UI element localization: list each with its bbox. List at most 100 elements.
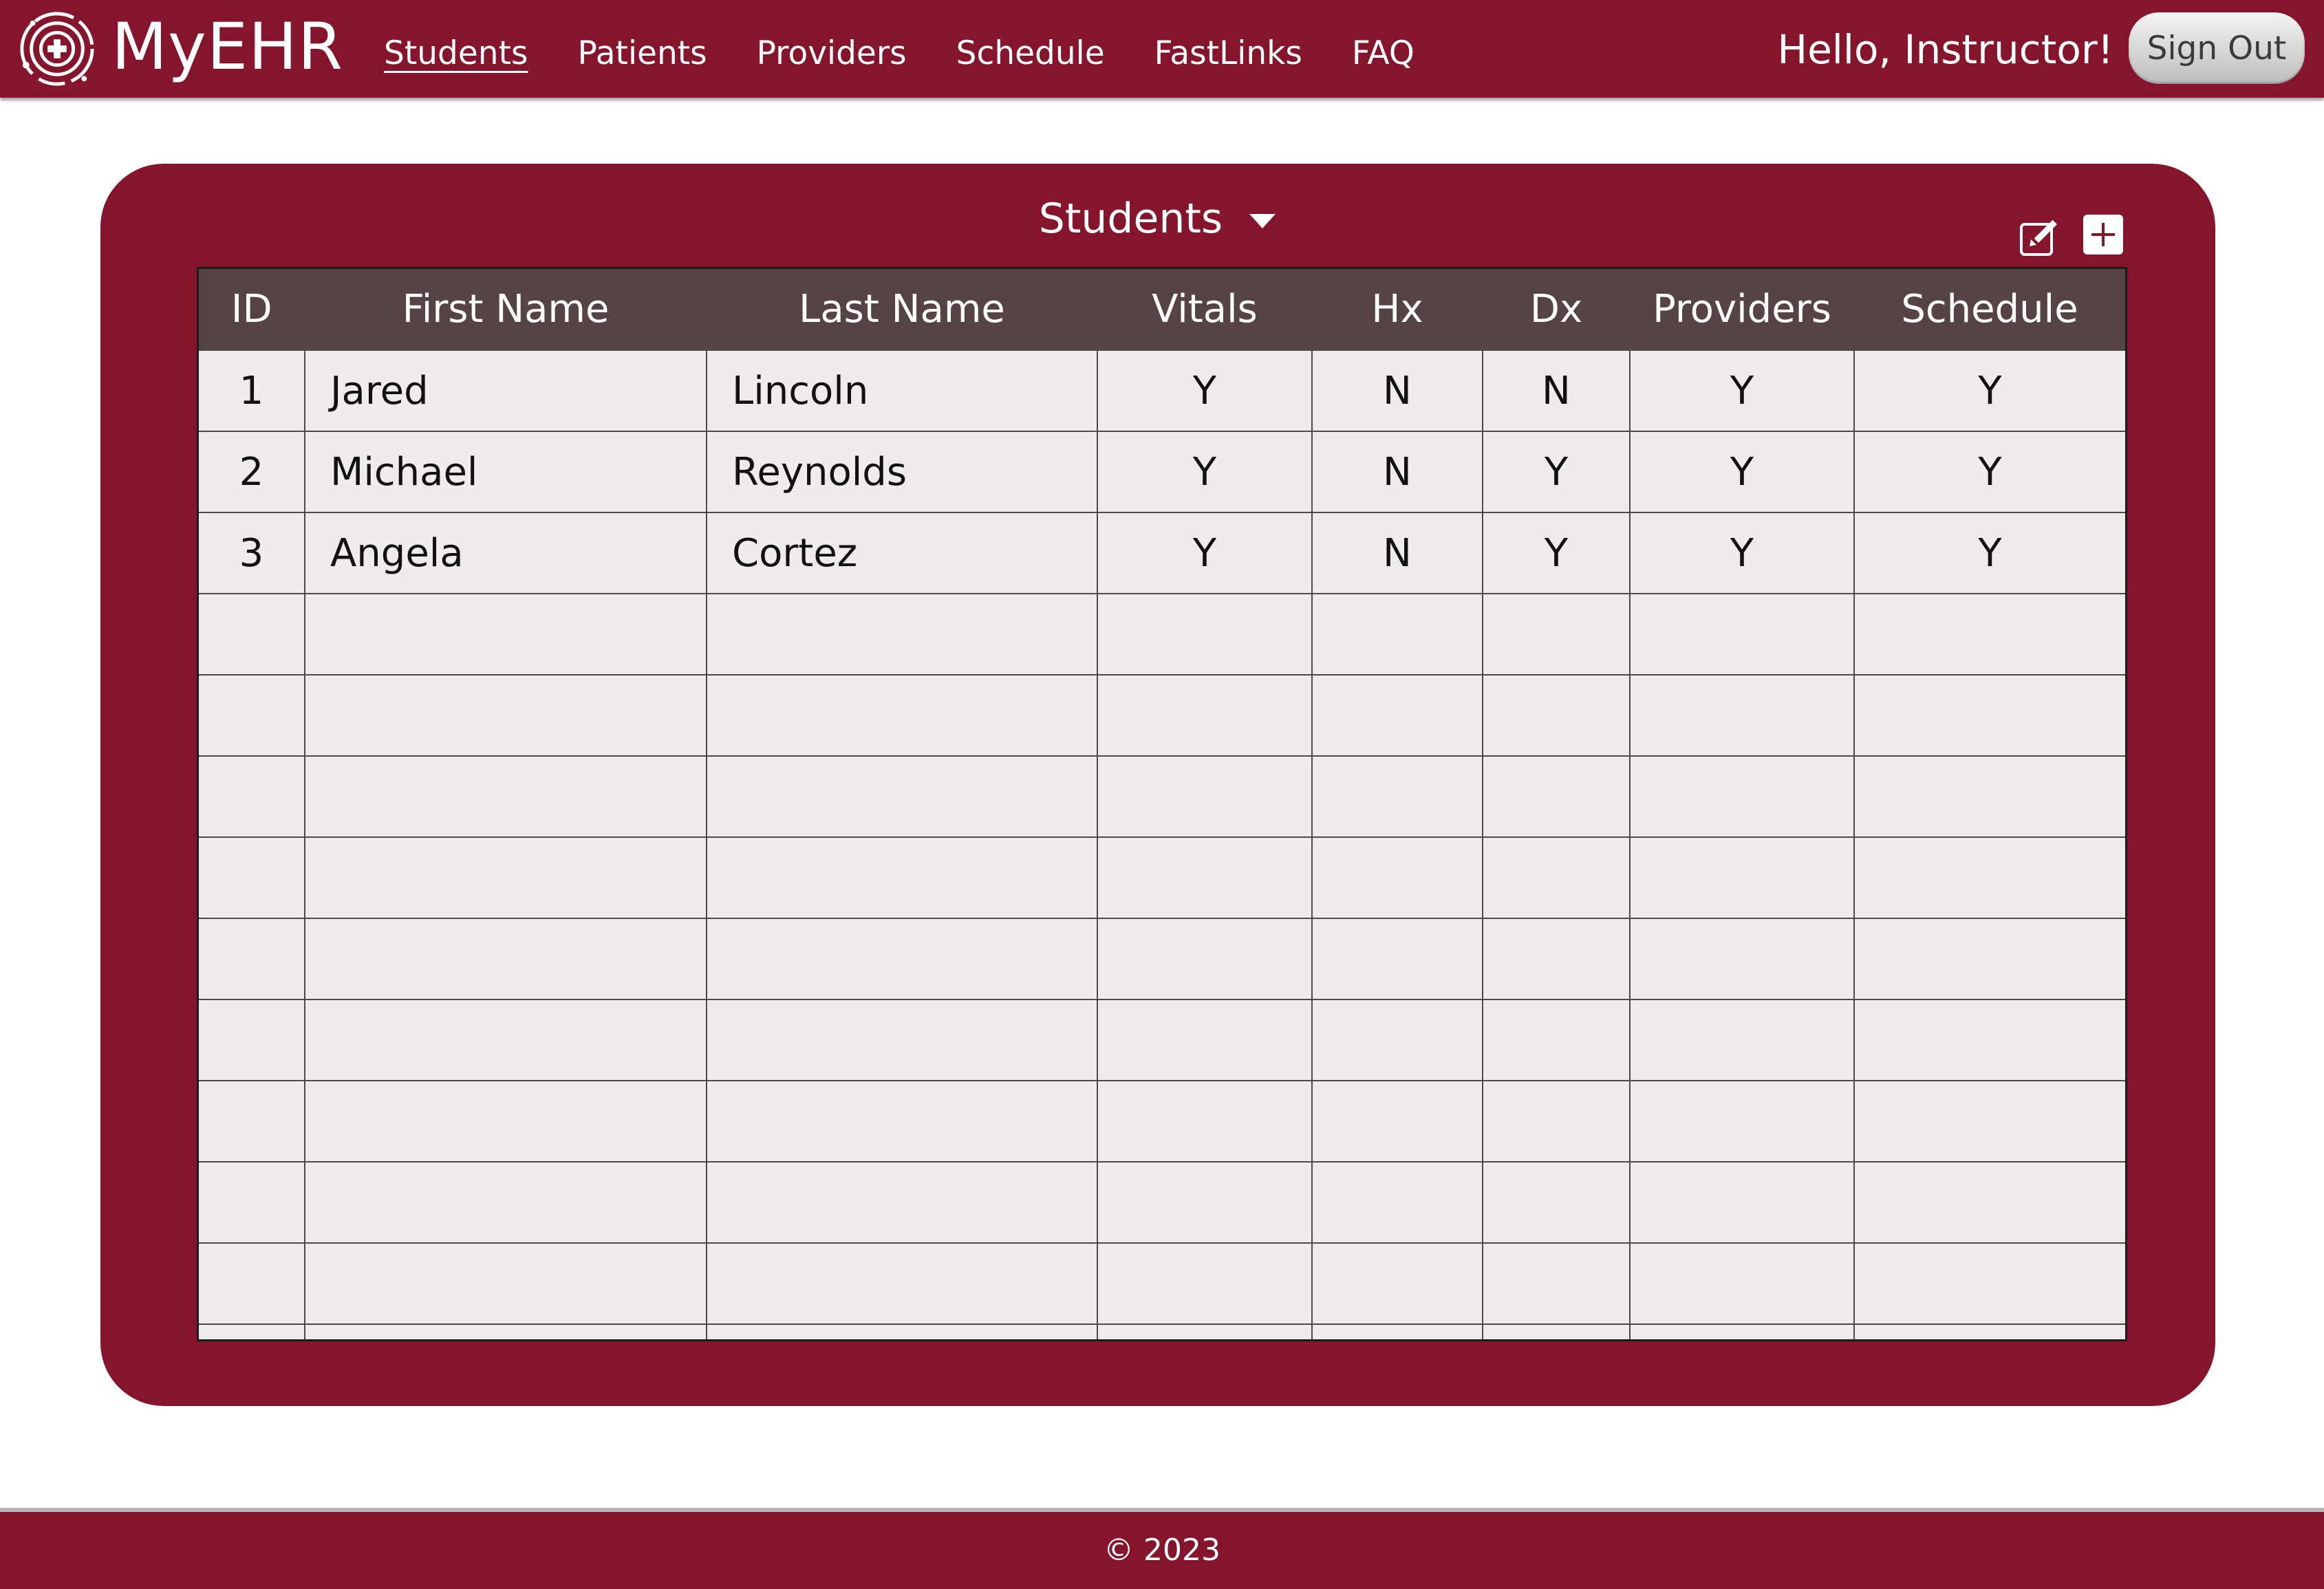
students-table: ID First Name Last Name Vitals Hx Dx Pro… — [197, 267, 2127, 1341]
empty-cell — [304, 593, 707, 675]
panel-title-dropdown[interactable]: Students — [100, 191, 2215, 246]
table-row[interactable]: 3 Angela Cortez Y N Y Y Y — [199, 512, 2125, 594]
table-header-row: ID First Name Last Name Vitals Hx Dx Pro… — [199, 269, 2125, 350]
cell-schedule: Y — [1853, 349, 2125, 432]
empty-table-row — [199, 999, 2125, 1081]
empty-cell — [1482, 593, 1631, 675]
empty-cell — [304, 836, 707, 919]
empty-cell — [199, 999, 305, 1081]
cell-dx: Y — [1482, 431, 1631, 513]
empty-cell — [1853, 999, 2125, 1081]
top-navigation-bar: MyEHR Students Patients Providers Schedu… — [0, 0, 2324, 98]
empty-cell — [706, 1242, 1098, 1325]
empty-table-row — [199, 1323, 2125, 1339]
empty-cell — [1097, 674, 1313, 757]
empty-cell — [199, 1161, 305, 1244]
empty-cell — [1629, 1161, 1855, 1244]
nav-item-patients[interactable]: Patients — [578, 23, 707, 74]
column-header-first-name[interactable]: First Name — [305, 269, 707, 350]
cell-first-name: Michael — [304, 431, 707, 513]
empty-cell — [1311, 755, 1483, 838]
medical-cross-circle-icon[interactable] — [17, 8, 98, 89]
cell-hx: N — [1311, 349, 1483, 432]
empty-cell — [1853, 918, 2125, 1000]
empty-cell — [199, 755, 305, 838]
add-student-button[interactable] — [2083, 215, 2123, 255]
empty-cell — [1629, 1080, 1855, 1163]
empty-cell — [1097, 1242, 1313, 1325]
empty-table-row — [199, 1080, 2125, 1163]
empty-cell — [1311, 1080, 1483, 1163]
empty-table-row — [199, 918, 2125, 1000]
nav-item-fastlinks[interactable]: FastLinks — [1154, 23, 1302, 74]
app-brand[interactable]: MyEHR — [111, 10, 343, 85]
empty-cell — [1482, 1080, 1631, 1163]
empty-cell — [1097, 918, 1313, 1000]
edit-icon[interactable] — [2017, 216, 2061, 260]
empty-cell — [1482, 1161, 1631, 1244]
column-header-providers[interactable]: Providers — [1630, 269, 1855, 350]
cell-id: 2 — [199, 431, 305, 513]
column-header-id[interactable]: ID — [199, 269, 305, 350]
empty-cell — [1482, 918, 1631, 1000]
empty-cell — [1311, 918, 1483, 1000]
user-greeting: Hello, Instructor! — [1777, 26, 2113, 73]
empty-cell — [706, 1080, 1098, 1163]
column-header-schedule[interactable]: Schedule — [1854, 269, 2125, 350]
empty-cell — [1482, 1242, 1631, 1325]
empty-cell — [304, 1080, 707, 1163]
empty-cell — [1482, 674, 1631, 757]
empty-cell — [706, 918, 1098, 1000]
column-header-vitals[interactable]: Vitals — [1097, 269, 1313, 350]
cell-providers: Y — [1629, 431, 1855, 513]
cell-vitals: Y — [1097, 431, 1313, 513]
table-row[interactable]: 1 Jared Lincoln Y N N Y Y — [199, 349, 2125, 432]
empty-cell — [1097, 836, 1313, 919]
empty-cell — [1629, 674, 1855, 757]
empty-cell — [1629, 1323, 1855, 1339]
empty-cell — [304, 999, 707, 1081]
cell-first-name: Jared — [304, 349, 707, 432]
main-navigation: Students Patients Providers Schedule Fas… — [384, 0, 1464, 98]
empty-cell — [199, 918, 305, 1000]
empty-cell — [706, 1161, 1098, 1244]
cell-id: 1 — [199, 349, 305, 432]
empty-cell — [1482, 999, 1631, 1081]
students-panel: Students ID First Name Last Name Vitals … — [100, 164, 2215, 1406]
empty-table-row — [199, 674, 2125, 757]
empty-cell — [199, 593, 305, 675]
empty-cell — [1853, 1080, 2125, 1163]
empty-cell — [1629, 593, 1855, 675]
empty-cell — [304, 918, 707, 1000]
column-header-hx[interactable]: Hx — [1312, 269, 1483, 350]
cell-last-name: Lincoln — [706, 349, 1098, 432]
column-header-last-name[interactable]: Last Name — [707, 269, 1098, 350]
cell-dx: Y — [1482, 512, 1631, 594]
empty-cell — [706, 836, 1098, 919]
empty-table-row — [199, 593, 2125, 675]
empty-cell — [199, 1080, 305, 1163]
empty-cell — [199, 674, 305, 757]
empty-table-row — [199, 836, 2125, 919]
plus-icon — [2091, 223, 2115, 246]
cell-last-name: Cortez — [706, 512, 1098, 594]
empty-cell — [199, 1323, 305, 1339]
table-row[interactable]: 2 Michael Reynolds Y N Y Y Y — [199, 431, 2125, 513]
empty-cell — [1311, 836, 1483, 919]
empty-cell — [1853, 1161, 2125, 1244]
nav-item-students[interactable]: Students — [384, 23, 528, 74]
empty-cell — [199, 836, 305, 919]
cell-first-name: Angela — [304, 512, 707, 594]
empty-cell — [1853, 593, 2125, 675]
sign-out-button[interactable]: Sign Out — [2129, 12, 2305, 84]
footer: © 2023 — [0, 1508, 2324, 1589]
empty-cell — [1853, 836, 2125, 919]
empty-table-row — [199, 755, 2125, 838]
nav-item-schedule[interactable]: Schedule — [956, 23, 1105, 74]
cell-vitals: Y — [1097, 349, 1313, 432]
nav-item-providers[interactable]: Providers — [757, 23, 907, 74]
empty-cell — [706, 674, 1098, 757]
column-header-dx[interactable]: Dx — [1483, 269, 1631, 350]
nav-item-faq[interactable]: FAQ — [1352, 23, 1414, 74]
panel-title: Students — [1038, 195, 1223, 243]
